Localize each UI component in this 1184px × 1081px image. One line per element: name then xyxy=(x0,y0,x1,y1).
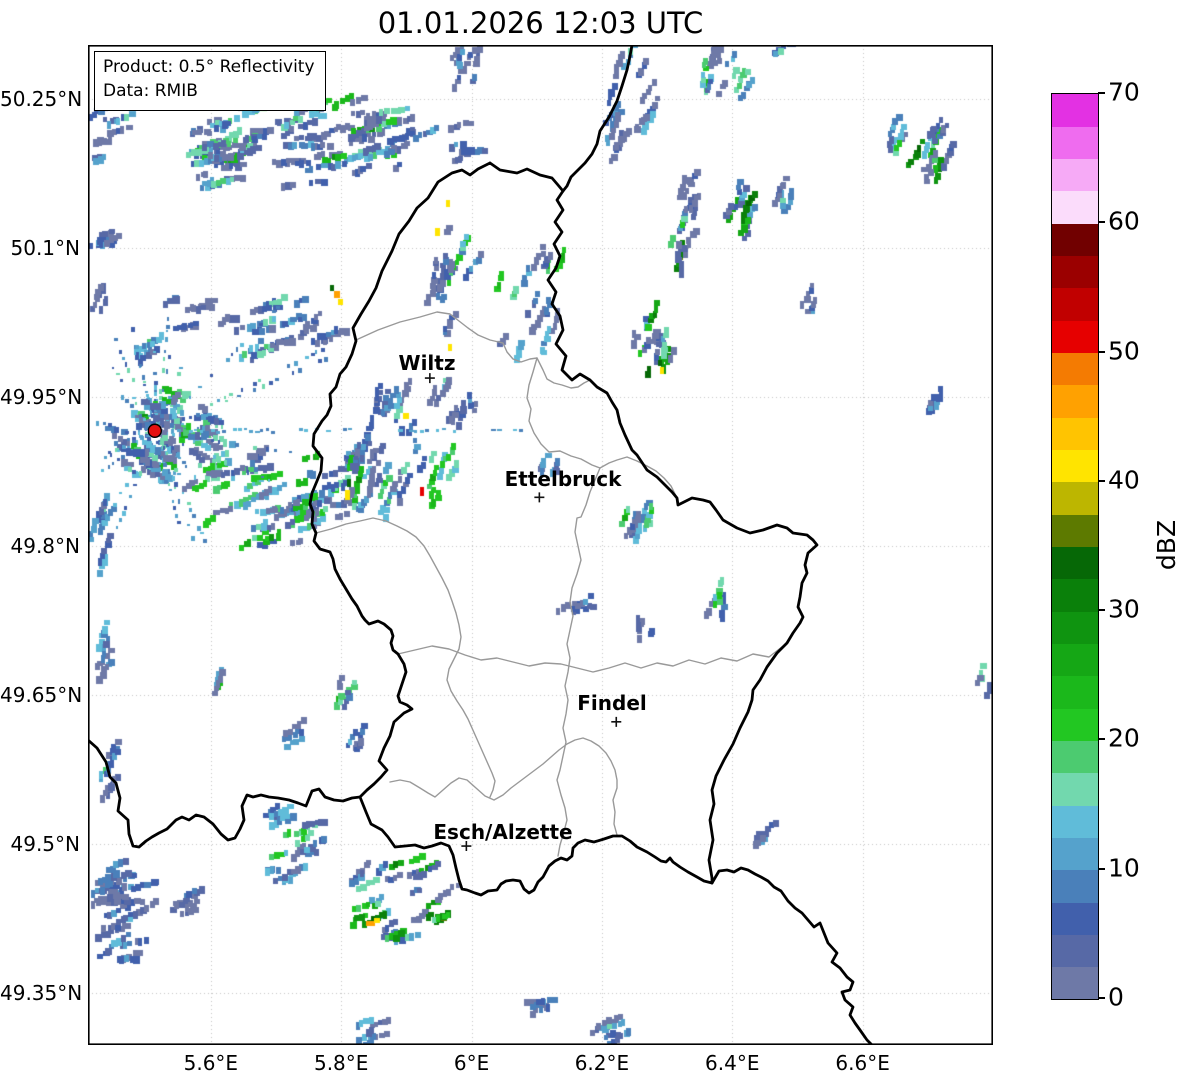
lat-tick-label: 50.1°N xyxy=(10,235,81,260)
country-border xyxy=(710,866,874,1045)
colorbar-band xyxy=(1052,126,1098,160)
colorbar-band xyxy=(1052,643,1098,677)
colorbar-band xyxy=(1052,578,1098,612)
city-label: Findel xyxy=(577,691,647,715)
product-line: Product: 0.5° Reflectivity xyxy=(103,57,315,77)
lat-tick-label: 50.25°N xyxy=(0,86,83,111)
country-border xyxy=(88,738,362,849)
map-plot-area: Product: 0.5° Reflectivity Data: RMIB Wi… xyxy=(88,45,993,1045)
colorbar-tick-label: 40 xyxy=(1108,465,1140,495)
colorbar-axis-label: dBZ xyxy=(1152,519,1181,571)
lon-tick-label: 6.2°E xyxy=(574,1051,630,1075)
radar-site-marker xyxy=(147,423,163,438)
colorbar-band xyxy=(1052,158,1098,192)
colorbar-tick xyxy=(1098,92,1105,94)
colorbar-tick xyxy=(1098,221,1105,224)
country-border xyxy=(561,45,634,193)
city-label: Esch/Alzette xyxy=(433,820,573,844)
lon-tick-label: 6.4°E xyxy=(705,1051,760,1075)
colorbar-tick-label: 30 xyxy=(1108,594,1140,624)
colorbar-band xyxy=(1052,352,1098,386)
country-border xyxy=(308,161,819,897)
lon-tick-label: 6.6°E xyxy=(835,1051,890,1075)
colorbar-tick xyxy=(1098,738,1105,741)
colorbar-band xyxy=(1052,417,1098,451)
colorbar-band xyxy=(1052,966,1098,1000)
colorbar-band xyxy=(1052,449,1098,483)
colorbar-band xyxy=(1052,805,1098,838)
colorbar-band xyxy=(1052,837,1098,871)
lat-tick-label: 49.8°N xyxy=(10,533,81,558)
colorbar-tick xyxy=(1098,609,1105,612)
colorbar-band xyxy=(1052,481,1098,515)
lat-tick-label: 49.95°N xyxy=(0,384,83,409)
colorbar-tick-label: 20 xyxy=(1108,723,1140,753)
colorbar-tick xyxy=(1098,479,1105,482)
colorbar-band xyxy=(1052,708,1098,741)
lat-tick-label: 49.35°N xyxy=(0,981,83,1006)
colorbar-band xyxy=(1052,384,1098,418)
colorbar-band xyxy=(1052,190,1098,224)
city-label: Wiltz xyxy=(398,351,456,375)
colorbar-band xyxy=(1052,740,1098,774)
colorbar-band xyxy=(1052,320,1098,354)
district-border xyxy=(355,311,591,389)
map-borders-layer xyxy=(88,45,993,1045)
colorbar-band xyxy=(1052,772,1098,806)
colorbar-band xyxy=(1052,287,1098,321)
colorbar-tick-label: 0 xyxy=(1108,982,1124,1012)
colorbar-tick xyxy=(1098,997,1105,999)
lon-tick-label: 5.8°E xyxy=(313,1051,369,1075)
district-border xyxy=(397,642,788,673)
colorbar-tick-label: 70 xyxy=(1108,77,1140,107)
colorbar-tick-label: 60 xyxy=(1108,206,1140,236)
radar-figure: 01.01.2026 12:03 UTC Product: 0.5° Refle… xyxy=(0,0,1184,1081)
colorbar-band xyxy=(1052,94,1098,127)
city-marker xyxy=(534,492,545,503)
city-marker xyxy=(611,716,622,727)
district-border xyxy=(556,467,601,857)
product-info-box: Product: 0.5° Reflectivity Data: RMIB xyxy=(94,51,326,111)
data-source-line: Data: RMIB xyxy=(103,80,198,101)
colorbar-band xyxy=(1052,869,1098,903)
colorbar-tick xyxy=(1098,867,1105,870)
colorbar-tick-label: 10 xyxy=(1108,853,1140,883)
colorbar-band xyxy=(1052,902,1098,935)
city-label: Ettelbruck xyxy=(504,467,622,491)
lat-tick-label: 49.5°N xyxy=(10,832,81,857)
colorbar-tick xyxy=(1098,350,1105,353)
lat-tick-label: 49.65°N xyxy=(0,683,83,707)
district-border xyxy=(315,517,496,798)
colorbar-band xyxy=(1052,546,1098,580)
plot-frame xyxy=(88,45,993,1045)
lon-tick-label: 6°E xyxy=(453,1051,490,1075)
figure-title: 01.01.2026 12:03 UTC xyxy=(377,6,704,40)
colorbar-band xyxy=(1052,934,1098,968)
colorbar-band xyxy=(1052,675,1098,709)
colorbar-tick-label: 50 xyxy=(1108,335,1140,365)
colorbar-band xyxy=(1052,514,1098,547)
colorbar-band xyxy=(1052,223,1098,257)
colorbar xyxy=(1051,93,1099,1000)
colorbar-band xyxy=(1052,255,1098,289)
lon-tick-label: 5.6°E xyxy=(183,1051,239,1075)
colorbar-band xyxy=(1052,611,1098,644)
